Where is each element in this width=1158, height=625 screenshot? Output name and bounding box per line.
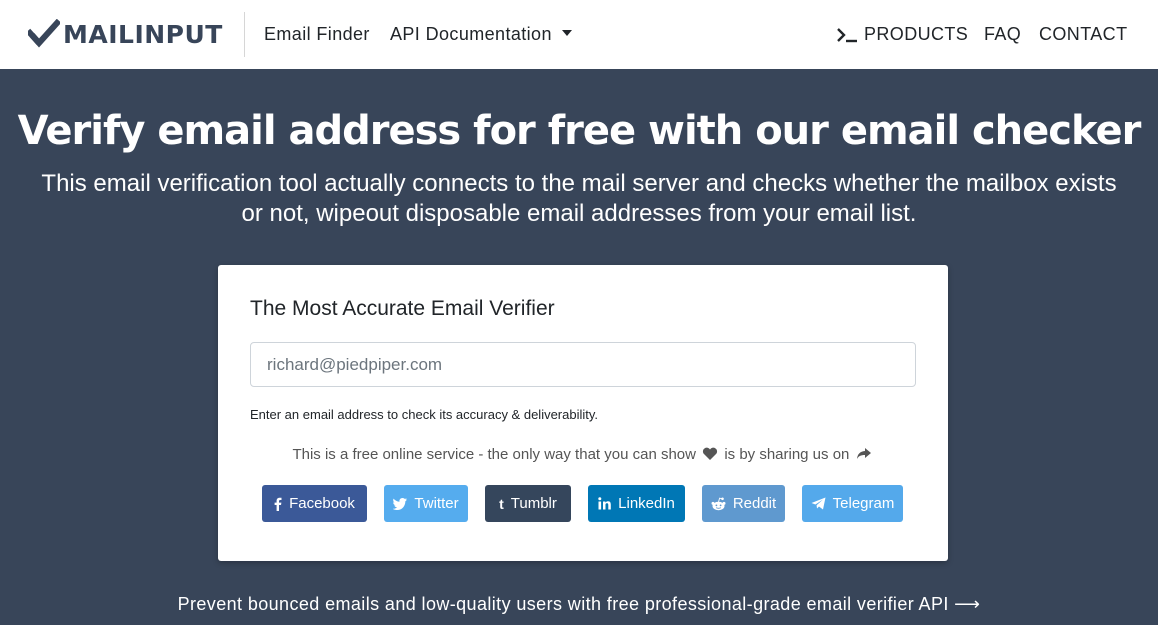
hero-title: Verify email address for free with our e… [17,108,1142,154]
twitter-label: Twitter [414,495,459,512]
linkedin-icon [598,497,611,510]
reddit-icon [711,497,726,510]
telegram-icon [811,497,826,510]
top-navbar: MAILINPUT Email Finder API Documentation… [0,0,1158,69]
api-promo-link[interactable]: Prevent bounced emails and low-quality u… [0,594,1158,615]
share-text-middle: is by sharing us on [724,446,850,463]
nav-faq[interactable]: FAQ [984,24,1021,45]
share-arrow-icon [856,448,871,459]
share-reddit-button[interactable]: Reddit [702,485,785,522]
reddit-label: Reddit [732,495,777,512]
logo-text: MAILINPUT [63,19,223,49]
twitter-icon [393,497,408,510]
email-input[interactable] [250,342,916,387]
tumblr-label: Tumblr [510,495,557,512]
heart-icon [703,447,718,460]
caret-down-icon [561,30,572,36]
facebook-icon [274,497,282,511]
nav-contact[interactable]: CONTACT [1039,24,1127,45]
hero-subtitle: This email verification tool actually co… [41,170,1117,227]
verifier-title: The Most Accurate Email Verifier [250,297,555,320]
share-tumblr-button[interactable]: t Tumblr [485,485,571,522]
nav-email-finder[interactable]: Email Finder [264,24,370,45]
share-text-prefix: This is a free online service - the only… [292,446,696,463]
tumblr-icon: t [499,495,504,512]
share-telegram-button[interactable]: Telegram [802,485,903,522]
telegram-label: Telegram [832,495,895,512]
nav-api-documentation[interactable]: API Documentation [390,24,572,45]
arrow-right-icon: ⟶ [954,594,981,614]
nav-products[interactable]: PRODUCTS [836,24,968,45]
check-logo-icon [28,19,60,48]
nav-products-label: PRODUCTS [864,24,969,44]
nav-api-documentation-label: API Documentation [390,24,552,44]
api-promo-text: Prevent bounced emails and low-quality u… [177,594,949,614]
facebook-label: Facebook [289,495,355,512]
terminal-icon [837,27,857,42]
share-facebook-button[interactable]: Facebook [262,485,367,522]
verifier-card: The Most Accurate Email Verifier Enter a… [218,265,948,561]
linkedin-label: LinkedIn [618,495,675,512]
share-text: This is a free online service - the only… [218,446,948,463]
logo[interactable]: MAILINPUT [28,17,223,51]
help-text: Enter an email address to check its accu… [250,407,599,422]
nav-divider [244,12,245,57]
share-linkedin-button[interactable]: LinkedIn [588,485,685,522]
share-twitter-button[interactable]: Twitter [384,485,468,522]
